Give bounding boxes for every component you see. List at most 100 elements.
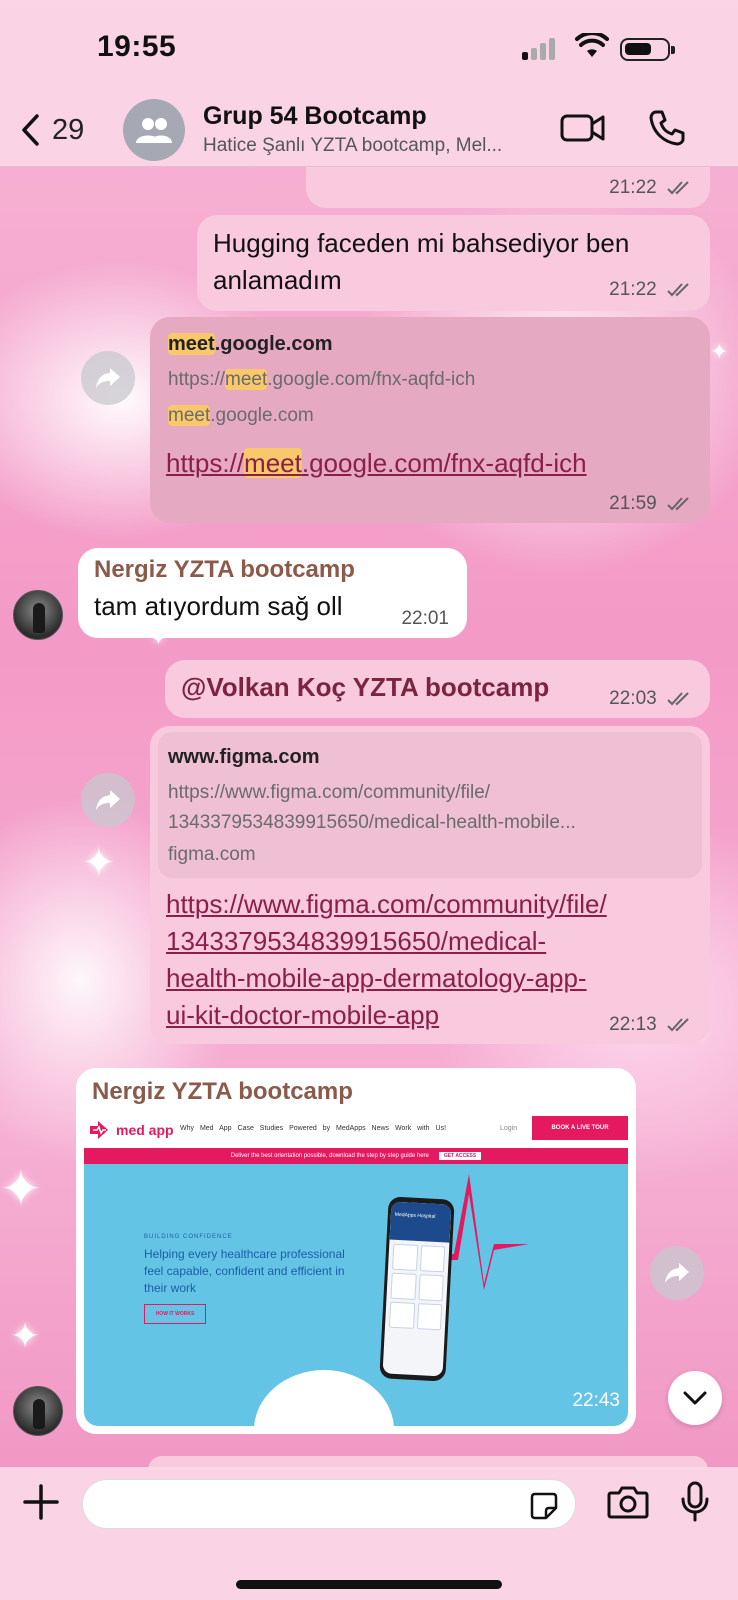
sparkle-decoration: ✦ [82,840,116,886]
banner-text: Deliver the best orientation possible, d… [230,1153,429,1159]
site-headline: Helping every healthcare professional fe… [144,1247,345,1295]
link-preview-title: meet.google.com [168,333,333,355]
sparkle-decoration: ✦ [0,1160,42,1218]
message-bubble-outgoing[interactable]: @Volkan Koç YZTA bootcamp 22:03 [165,660,710,718]
double-check-icon [667,283,689,297]
attach-button[interactable] [22,1483,60,1526]
mention[interactable]: @Volkan Koç YZTA bootcamp [181,672,549,703]
forward-button[interactable] [81,773,135,827]
message-meta: 21:22 [609,279,694,301]
message-meta: 22:13 [609,1014,694,1036]
status-time: 19:55 [97,30,177,63]
video-call-button[interactable] [560,111,606,150]
unread-count: 29 [52,113,85,146]
image-message-bubble[interactable]: Nergiz YZTA bootcamp med app Why Med App… [76,1068,636,1434]
phone-mockup: MedApps Hospital [379,1196,455,1382]
voice-call-button[interactable] [648,109,686,152]
phone-title: MedApps Hospital [389,1201,452,1243]
site-menu: Why Med App Case Studies Powered by MedA… [180,1125,447,1132]
phone-icon [649,110,685,146]
message-time: 22:01 [401,608,449,629]
double-check-icon [667,181,689,195]
figma-link[interactable]: https://www.figma.com/community/file/ 13… [166,886,607,1034]
link-preview[interactable]: www.figma.com https://www.figma.com/comm… [158,732,702,878]
message-time: 21:22 [609,177,657,198]
link-message-bubble[interactable]: www.figma.com https://www.figma.com/comm… [150,726,710,1044]
chat-participants[interactable]: Hatice Şanlı YZTA bootcamp, Mel... [203,135,543,157]
microphone-button[interactable] [680,1481,710,1528]
back-button[interactable]: 29 [20,107,110,153]
video-camera-icon [560,114,605,142]
forward-button[interactable] [81,351,135,405]
chevron-left-icon [22,114,39,146]
link-preview-url: https://meet.google.com/fnx-aqfd-ich [168,369,476,390]
link-message-bubble[interactable]: meet.google.com https://meet.google.com/… [150,317,710,523]
message-bubble-incoming[interactable]: Nergiz YZTA bootcamp tam atıyordum sağ o… [78,548,467,638]
message-meta: 22:03 [609,688,694,710]
sparkle-decoration: ✦ [10,1316,41,1357]
brand-name: med app [116,1122,174,1138]
forward-arrow-icon [96,368,120,388]
link-preview-domain: figma.com [168,844,256,865]
microphone-icon [681,1481,709,1522]
status-bar: 19:55 [0,0,738,95]
group-icon [136,118,172,143]
forward-button[interactable] [650,1246,704,1300]
link-preview[interactable]: meet.google.com https://meet.google.com/… [158,323,702,435]
battery-icon [620,38,675,61]
site-kicker: BUILDING CONFIDENCE [144,1234,233,1240]
double-check-icon [667,1018,689,1032]
link-preview-url: 1343379534839915650/medical-health-mobil… [168,812,576,833]
double-check-icon [667,692,689,706]
medapp-logo: med app [88,1120,174,1140]
medapp-logo-icon [90,1121,108,1139]
link-line: ui-kit-doctor-mobile-app [166,1000,440,1030]
forward-arrow-icon [96,790,120,810]
sender-avatar[interactable] [13,1386,63,1436]
message-meta: 21:22 [609,177,694,199]
message-time: 21:59 [609,493,657,514]
message-input-container[interactable] [82,1479,576,1529]
sticker-button[interactable] [529,1491,559,1526]
group-avatar[interactable] [123,99,185,161]
camera-button[interactable] [607,1485,649,1524]
message-time: 22:03 [609,688,657,709]
link-line: health-mobile-app-dermatology-app- [166,963,587,993]
shared-image[interactable]: med app Why Med App Case Studies Powered… [84,1114,628,1426]
message-time: 21:22 [609,279,657,300]
meet-link[interactable]: https://meet.google.com/fnx-aqfd-ich [166,445,587,482]
message-bubble-outgoing[interactable]: 21:22 [306,167,710,208]
message-time: 22:43 [572,1390,620,1411]
message-bubble-outgoing[interactable]: Hugging faceden mi bahsediyor ben anlama… [197,215,710,311]
link-line: https://www.figma.com/community/file/ [166,889,607,919]
camera-icon [607,1486,649,1519]
site-button: HOW IT WORKS [144,1304,206,1324]
sender-name[interactable]: Nergiz YZTA bootcamp [92,1078,353,1106]
chevron-down-icon [683,1391,707,1405]
link-preview-url: https://www.figma.com/community/file/ [168,782,491,803]
message-meta: 21:59 [609,493,694,515]
chat-title[interactable]: Grup 54 Bootcamp [203,102,427,131]
sender-name[interactable]: Nergiz YZTA bootcamp [94,556,355,584]
home-indicator [236,1580,502,1589]
message-input[interactable] [99,1488,499,1522]
sparkle-decoration: ✦ [710,340,729,365]
cellular-signal-icon [522,38,558,60]
plus-icon [23,1484,59,1520]
message-text: tam atıyordum sağ oll [94,591,343,621]
site-navbar: med app Why Med App Case Studies Powered… [84,1114,628,1148]
sticker-icon [530,1492,558,1520]
sender-avatar[interactable] [13,590,63,640]
link-line: 1343379534839915650/medical- [166,926,547,956]
banner-button: GET ACCESS [438,1152,482,1160]
decorative-shape [254,1370,394,1426]
double-check-icon [667,497,689,511]
wifi-icon [575,31,609,64]
composer-bar [0,1467,738,1600]
scroll-to-bottom-button[interactable] [668,1371,722,1425]
site-banner: Deliver the best orientation possible, d… [84,1148,628,1164]
chat-header: 29 Grup 54 Bootcamp Hatice Şanlı YZTA bo… [0,95,738,167]
site-cta: BOOK A LIVE TOUR [532,1116,628,1140]
site-login: Login [500,1125,518,1132]
link-preview-domain: meet.google.com [168,405,314,426]
